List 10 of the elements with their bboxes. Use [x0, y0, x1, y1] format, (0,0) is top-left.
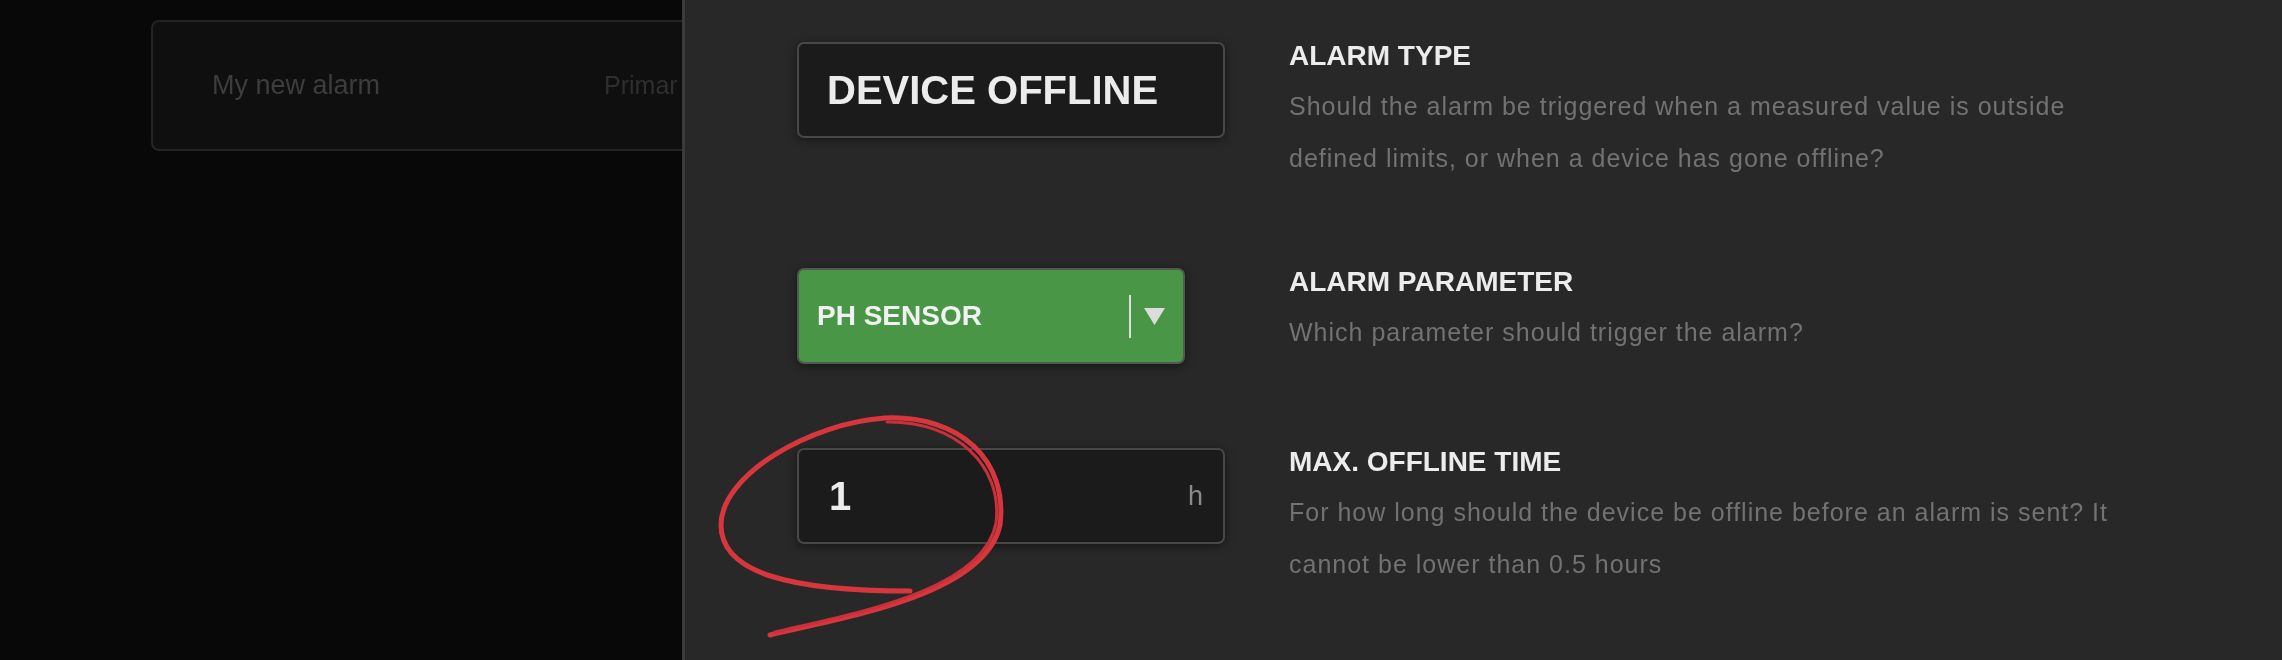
- setting-title: ALARM PARAMETER: [1289, 265, 1575, 299]
- setting-title: MAX. OFFLINE TIME: [1289, 445, 1563, 479]
- setting-description: Should the alarm be triggered when a measured value is outside defined limits, or when a device has gone offline?: [1289, 91, 2067, 174]
- alarm-type-selector[interactable]: DEVICE OFFLINE: [797, 42, 1225, 138]
- setting-title: ALARM TYPE: [1289, 39, 1472, 73]
- unit-label: h: [1187, 480, 1203, 512]
- offline-time-field[interactable]: 1 h: [797, 448, 1225, 544]
- caret-icon: [1144, 307, 1165, 325]
- setting-description: Which parameter should trigger the alarm?: [1289, 317, 1805, 348]
- setting-description: For how long should the device be offline before an alarm is sent? It cannot be lower than 0.5 hours: [1289, 497, 2109, 580]
